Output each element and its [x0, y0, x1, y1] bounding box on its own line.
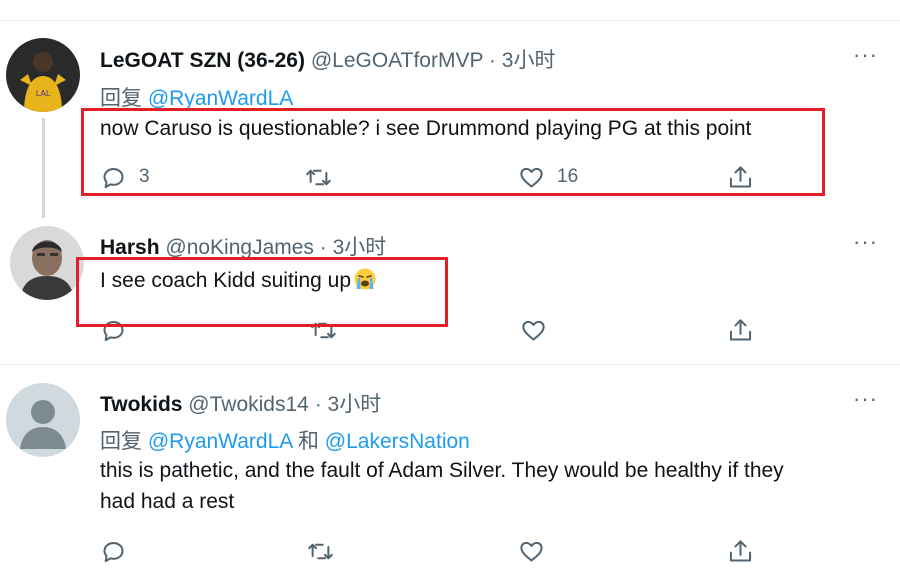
retweet-icon	[308, 543, 333, 559]
tweet-text-line: had had a rest	[100, 490, 235, 513]
more-icon[interactable]: ···	[853, 44, 878, 66]
avatar[interactable]	[10, 226, 84, 300]
share-button[interactable]	[727, 537, 754, 565]
share-button[interactable]	[727, 316, 754, 344]
tweet-header: LeGOAT SZN (36-26) @LeGOATforMVP · 3小时	[100, 44, 555, 74]
display-name[interactable]: Twokids	[100, 393, 182, 416]
tweet-text-line: this is pathetic, and the fault of Adam …	[100, 459, 784, 482]
more-icon[interactable]: ···	[853, 388, 878, 410]
tweet-text: this is pathetic, and the fault of Adam …	[100, 455, 870, 517]
share-icon	[729, 539, 752, 562]
mention-link[interactable]: @RyanWardLA	[148, 430, 292, 453]
retweet-button[interactable]	[307, 537, 334, 565]
timestamp[interactable]: 3小时	[328, 393, 382, 416]
display-name[interactable]: Harsh	[100, 236, 160, 259]
reply-button[interactable]	[100, 537, 127, 565]
reply-prefix: 回复	[100, 87, 142, 110]
svg-text:LAL: LAL	[36, 89, 51, 98]
thread-line	[42, 118, 45, 218]
replying-to: 回复 @RyanWardLA 和 @LakersNation	[100, 425, 470, 455]
tweet-actions	[100, 537, 760, 565]
timestamp[interactable]: 3小时	[333, 236, 387, 259]
separator-dot: ·	[488, 49, 496, 72]
top-divider	[0, 20, 900, 21]
reply-icon	[103, 541, 124, 562]
avatar[interactable]	[6, 383, 80, 457]
like-icon	[522, 320, 545, 341]
reply-prefix: 回复	[100, 430, 142, 453]
tweet-separator	[0, 364, 900, 365]
separator-dot: ·	[314, 393, 322, 416]
more-icon[interactable]: ···	[853, 231, 878, 253]
share-icon	[729, 318, 752, 341]
mention-link[interactable]: @LakersNation	[325, 430, 470, 453]
like-icon	[520, 541, 543, 562]
user-handle[interactable]: @noKingJames	[165, 236, 314, 259]
user-handle[interactable]: @Twokids14	[188, 393, 309, 416]
avatar[interactable]: LAL	[6, 38, 80, 112]
mention-link[interactable]: @RyanWardLA	[148, 87, 293, 110]
display-name[interactable]: LeGOAT SZN (36-26)	[100, 49, 305, 72]
reply-conjunction: 和	[297, 430, 319, 453]
tweet-header: Twokids @Twokids14 · 3小时	[100, 388, 381, 418]
separator-dot: ·	[319, 236, 327, 259]
like-button[interactable]	[518, 537, 545, 565]
timestamp[interactable]: 3小时	[502, 49, 556, 72]
highlight-box	[76, 257, 448, 327]
highlight-box	[81, 108, 825, 196]
like-button[interactable]	[520, 316, 547, 344]
user-handle[interactable]: @LeGOATforMVP	[311, 49, 483, 72]
